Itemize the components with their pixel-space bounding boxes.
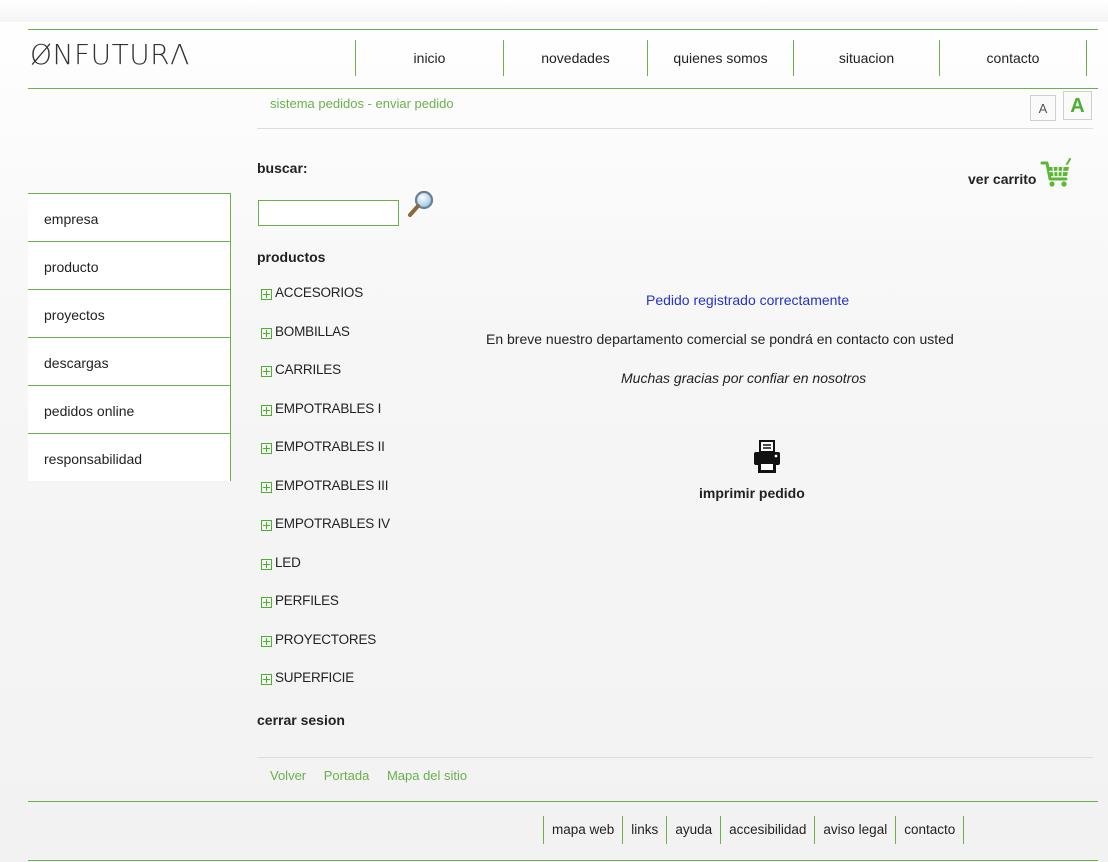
- view-cart-button[interactable]: ver carrito: [968, 158, 1072, 190]
- site-logo[interactable]: ØNFUTURΛ: [30, 38, 190, 71]
- top-shadow: [0, 0, 1108, 22]
- product-category[interactable]: LED: [261, 555, 390, 594]
- footer-top-divider: [28, 801, 1098, 802]
- nav-inicio[interactable]: inicio: [355, 40, 503, 76]
- footer-link-aviso-legal[interactable]: aviso legal: [814, 816, 895, 844]
- bottom-links: Volver Portada Mapa del sitio: [270, 768, 481, 783]
- product-category[interactable]: PROYECTORES: [261, 632, 390, 671]
- product-category-label: LED: [275, 554, 301, 570]
- view-cart-label: ver carrito: [968, 171, 1037, 187]
- sidebar: empresa producto proyectos descargas ped…: [28, 193, 231, 481]
- search-input[interactable]: [258, 200, 399, 226]
- increase-font-button[interactable]: A: [1063, 91, 1092, 120]
- product-category-label: EMPOTRABLES I: [275, 400, 382, 416]
- product-category[interactable]: EMPOTRABLES III: [261, 478, 390, 517]
- top-navigation: inicio novedades quienes somos situacion…: [355, 40, 1087, 76]
- expand-plus-icon[interactable]: [261, 520, 272, 531]
- order-success-message: Pedido registrado correctamente: [646, 292, 850, 308]
- increase-font-icon: A: [1070, 95, 1085, 117]
- order-thanks-message: Muchas gracias por confiar en nosotros: [621, 370, 867, 386]
- product-category-label: EMPOTRABLES III: [275, 477, 389, 493]
- header-top-divider: [28, 29, 1098, 30]
- product-category[interactable]: EMPOTRABLES I: [261, 401, 390, 440]
- shopping-cart-icon: [1040, 158, 1072, 187]
- footer-navigation: mapa web links ayuda accesibilidad aviso…: [543, 816, 965, 844]
- expand-plus-icon[interactable]: [261, 635, 272, 647]
- page: ØNFUTURΛ inicio novedades quienes somos …: [0, 0, 1108, 862]
- expand-plus-icon[interactable]: [261, 558, 272, 570]
- home-link[interactable]: Portada: [324, 768, 370, 783]
- nav-novedades[interactable]: novedades: [503, 40, 647, 76]
- product-category-list: ACCESORIOS BOMBILLAS CARRILES EMPOTRABLE…: [261, 285, 390, 709]
- magnifier-icon: [408, 190, 434, 217]
- breadcrumb-divider: [257, 128, 1093, 129]
- back-link[interactable]: Volver: [270, 768, 306, 783]
- product-category-label: CARRILES: [275, 362, 341, 377]
- product-category-label: BOMBILLAS: [275, 323, 350, 339]
- footer-link-accesibilidad[interactable]: accesibilidad: [720, 816, 814, 844]
- nav-quienes-somos[interactable]: quienes somos: [647, 40, 793, 76]
- expand-plus-icon[interactable]: [261, 289, 272, 300]
- print-order-button[interactable]: [752, 440, 782, 474]
- product-category-label: SUPERFICIE: [275, 670, 355, 685]
- decrease-font-icon: A: [1038, 101, 1048, 116]
- content-bottom-divider: [257, 757, 1093, 758]
- sidebar-item-empresa[interactable]: empresa: [28, 193, 230, 241]
- expand-plus-icon[interactable]: [261, 481, 272, 493]
- product-category[interactable]: CARRILES: [261, 362, 390, 401]
- search-button[interactable]: [405, 188, 437, 220]
- expand-plus-icon[interactable]: [261, 443, 272, 454]
- product-category-label: PERFILES: [275, 593, 339, 608]
- products-heading: productos: [257, 249, 326, 265]
- nav-contacto[interactable]: contacto: [939, 40, 1087, 76]
- product-category-label: EMPOTRABLES IV: [275, 516, 390, 531]
- product-category[interactable]: SUPERFICIE: [261, 670, 390, 709]
- footer-link-links[interactable]: links: [622, 816, 666, 844]
- sidebar-item-responsabilidad[interactable]: responsabilidad: [28, 433, 230, 481]
- footer-bottom-divider: [28, 860, 1098, 861]
- product-category[interactable]: BOMBILLAS: [261, 324, 390, 363]
- sitemap-link[interactable]: Mapa del sitio: [387, 768, 467, 783]
- expand-plus-icon[interactable]: [261, 327, 272, 339]
- footer-link-mapa-web[interactable]: mapa web: [543, 816, 622, 844]
- sidebar-item-descargas[interactable]: descargas: [28, 337, 230, 385]
- sidebar-item-pedidos-online[interactable]: pedidos online: [28, 385, 230, 433]
- footer-link-ayuda[interactable]: ayuda: [666, 816, 720, 844]
- print-order-label[interactable]: imprimir pedido: [699, 485, 805, 501]
- product-category-label: PROYECTORES: [275, 631, 377, 647]
- product-category[interactable]: ACCESORIOS: [261, 285, 390, 324]
- order-contact-message: En breve nuestro departamento comercial …: [486, 331, 954, 347]
- header-bottom-divider: [28, 88, 1098, 89]
- footer-link-contacto[interactable]: contacto: [895, 816, 965, 844]
- decrease-font-button[interactable]: A: [1030, 95, 1056, 121]
- breadcrumb: sistema pedidos - enviar pedido: [270, 96, 454, 111]
- search-heading: buscar:: [257, 160, 308, 176]
- expand-plus-icon[interactable]: [261, 597, 272, 608]
- product-category-label: ACCESORIOS: [275, 285, 364, 300]
- sidebar-item-proyectos[interactable]: proyectos: [28, 289, 230, 337]
- product-category[interactable]: PERFILES: [261, 593, 390, 632]
- expand-plus-icon[interactable]: [261, 674, 272, 685]
- printer-icon: [754, 440, 780, 473]
- nav-situacion[interactable]: situacion: [793, 40, 939, 76]
- product-category-label: EMPOTRABLES II: [275, 439, 385, 454]
- product-category[interactable]: EMPOTRABLES II: [261, 439, 390, 478]
- expand-plus-icon[interactable]: [261, 366, 272, 377]
- logout-link[interactable]: cerrar sesion: [257, 712, 345, 728]
- expand-plus-icon[interactable]: [261, 404, 272, 416]
- product-category[interactable]: EMPOTRABLES IV: [261, 516, 390, 555]
- sidebar-item-producto[interactable]: producto: [28, 241, 230, 289]
